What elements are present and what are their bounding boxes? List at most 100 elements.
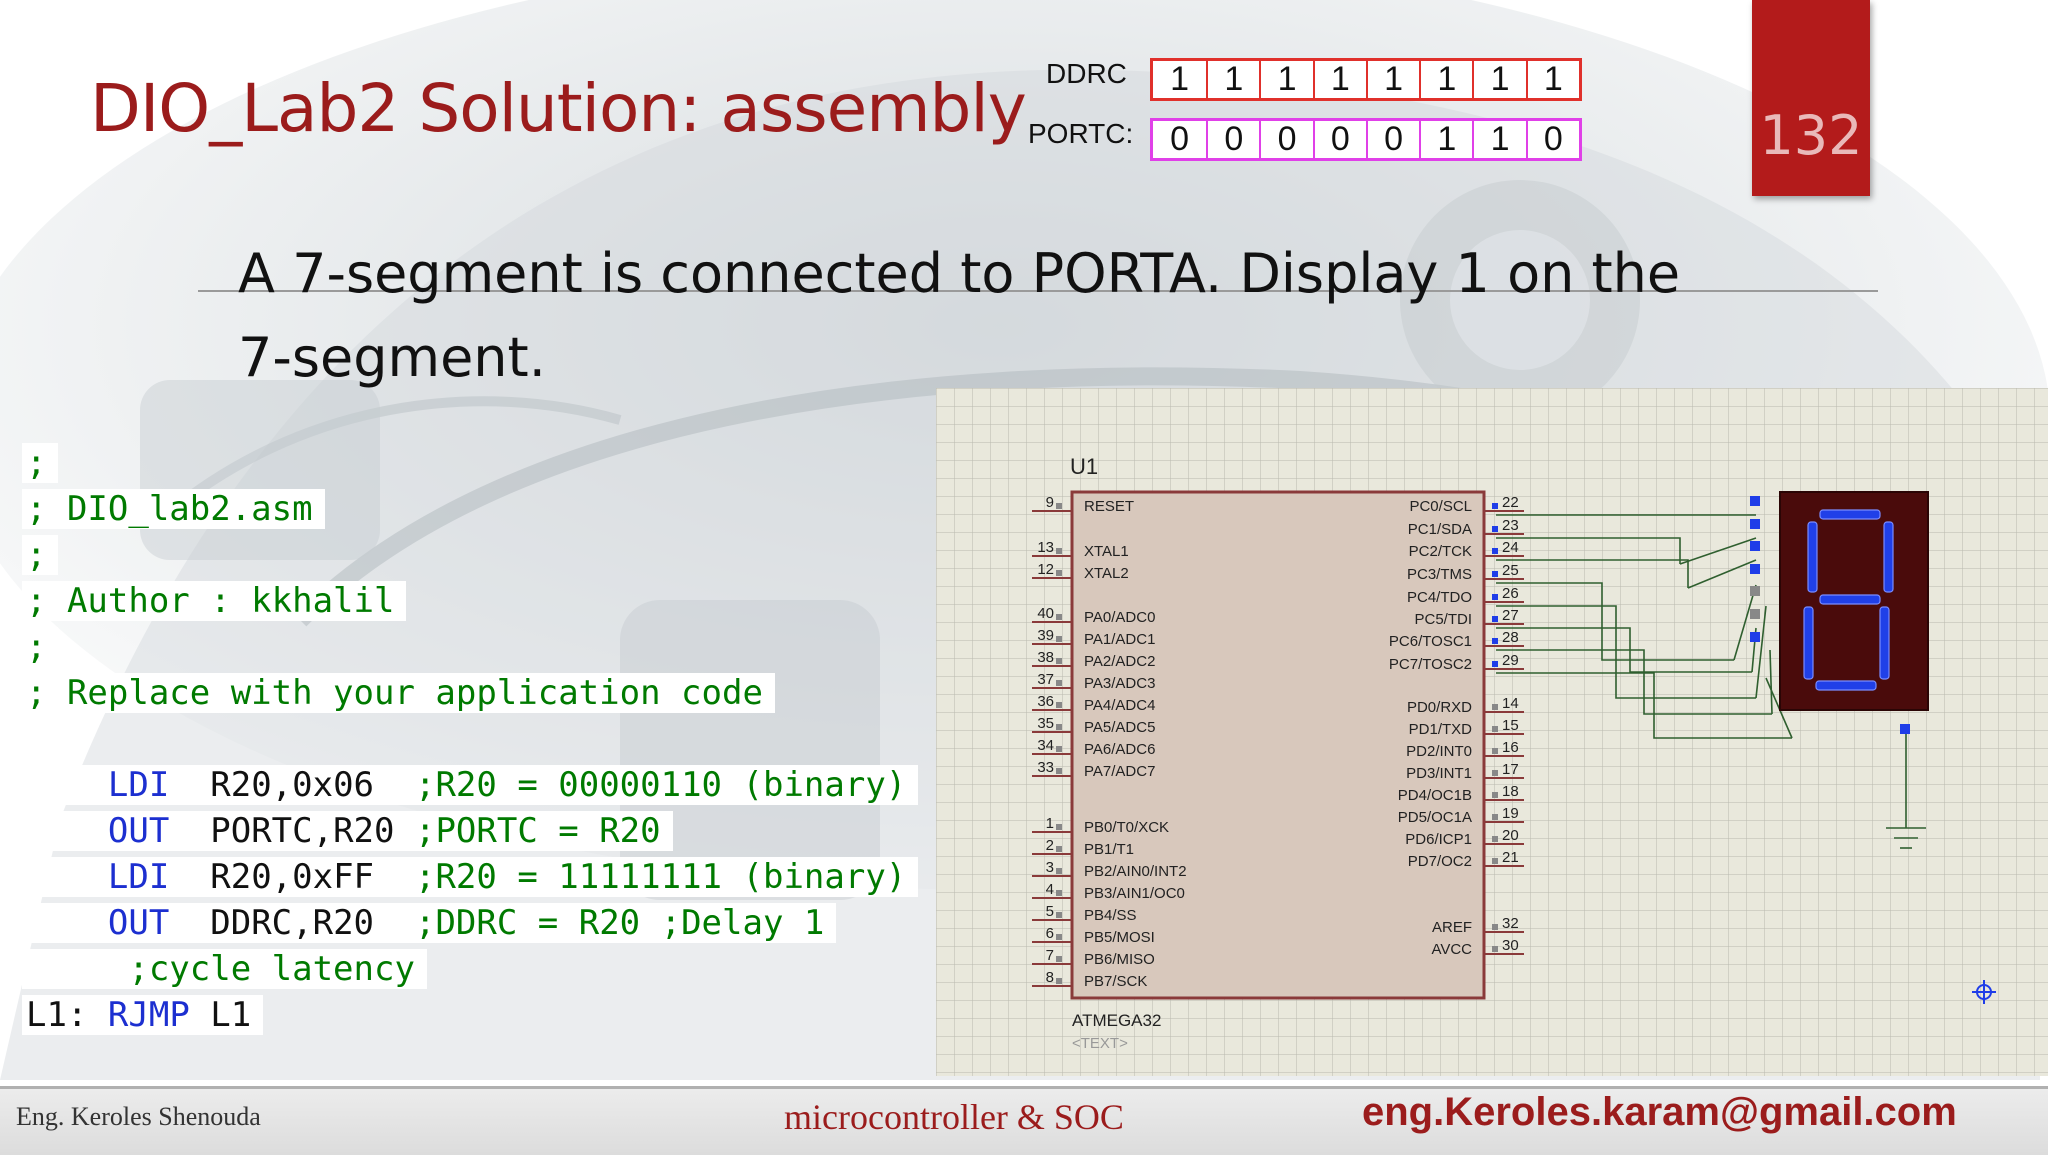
pin-number: 20	[1502, 827, 1519, 844]
portc-bit: 0	[1206, 120, 1260, 158]
pin-number: 15	[1502, 717, 1519, 734]
pin-marker	[1492, 616, 1498, 622]
code-line: ; Replace with your application code	[22, 670, 918, 716]
ddrc-bit: 1	[1259, 60, 1313, 98]
pin-name: PA5/ADC5	[1084, 719, 1155, 736]
pin-name: XTAL1	[1084, 543, 1129, 560]
ddrc-bit: 1	[1312, 60, 1366, 98]
slide-title: DIO_Lab2 Solution: assembly	[90, 70, 1027, 147]
pin-number: 3	[1046, 859, 1054, 876]
pin-number: 12	[1037, 561, 1054, 578]
pin-marker	[1492, 792, 1498, 798]
pin-name: PA7/ADC7	[1084, 763, 1155, 780]
pin-name: PB5/MOSI	[1084, 929, 1155, 946]
pin-marker	[1492, 594, 1498, 600]
pin-number: 23	[1502, 517, 1519, 534]
pin-number: 27	[1502, 607, 1519, 624]
pin-marker	[1492, 571, 1498, 577]
pin-name: PB6/MISO	[1084, 951, 1155, 968]
pin-marker	[1056, 746, 1062, 752]
problem-statement: A 7-segment is connected to PORTA. Displ…	[238, 232, 1758, 400]
pin-name: PD1/TXD	[1409, 721, 1473, 738]
ddrc-bit: 1	[1206, 60, 1260, 98]
portc-bit: 1	[1472, 120, 1526, 158]
pin-name: PD3/INT1	[1406, 765, 1472, 782]
pin-marker	[1056, 890, 1062, 896]
code-comment: ;R20 = 00000110 (binary)	[414, 765, 907, 805]
pin-name: PC4/TDO	[1407, 589, 1472, 606]
pin-marker	[1492, 836, 1498, 842]
pin-name: PA1/ADC1	[1084, 631, 1155, 648]
pin-name: PA0/ADC0	[1084, 609, 1155, 626]
pin-number: 16	[1502, 739, 1519, 756]
pin-number: 4	[1046, 881, 1054, 898]
pin-number: 25	[1502, 562, 1519, 579]
pin-number: 9	[1046, 494, 1054, 511]
code-comment: ;DDRC = R20 ;Delay 1	[414, 903, 825, 943]
code-comment: ; DIO_lab2.asm	[22, 489, 325, 529]
pin-name: PD5/OC1A	[1398, 809, 1472, 826]
pin-number: 38	[1037, 649, 1054, 666]
code-comment: ;	[22, 443, 59, 483]
pin-marker	[1492, 924, 1498, 930]
pin-marker	[1056, 868, 1062, 874]
code-comment: ;	[22, 627, 59, 667]
pin-number: 7	[1046, 947, 1054, 964]
pin-marker	[1056, 824, 1062, 830]
ddrc-bit: 1	[1419, 60, 1473, 98]
pin-number: 40	[1037, 605, 1054, 622]
chip-text-placeholder: <TEXT>	[1072, 1035, 1128, 1052]
pin-number: 2	[1046, 837, 1054, 854]
pin-marker	[1492, 748, 1498, 754]
portc-bit: 0	[1525, 120, 1579, 158]
pin-number: 18	[1502, 783, 1519, 800]
code-line: ;	[22, 624, 918, 670]
pin-name: PC2/TCK	[1409, 543, 1472, 560]
code-line: ; DIO_lab2.asm	[22, 486, 918, 532]
footer-course: microcontroller & SOC	[784, 1097, 1124, 1137]
code-comment: ;	[22, 535, 59, 575]
code-line: ;	[22, 532, 918, 578]
pin-name: RESET	[1084, 498, 1134, 515]
pin-name: PB0/T0/XCK	[1084, 819, 1169, 836]
pin-number: 28	[1502, 629, 1519, 646]
pin-number: 37	[1037, 671, 1054, 688]
pin-marker	[1056, 956, 1062, 962]
pin-number: 32	[1502, 915, 1519, 932]
pin-marker	[1056, 658, 1062, 664]
chip-part-name: ATMEGA32	[1072, 1011, 1161, 1030]
pin-marker	[1056, 846, 1062, 852]
code-comment: ;R20 = 11111111 (binary)	[414, 857, 907, 897]
code-comment: ; Author : kkhalil	[22, 581, 407, 621]
proteus-schematic: U1 9 RESET13 XTAL112 XTAL240 PA0/ADC039 PA1/A…	[936, 388, 2048, 1076]
pin-name: PD0/RXD	[1407, 699, 1472, 716]
pin-number: 36	[1037, 693, 1054, 710]
pin-name: PB7/SCK	[1084, 973, 1147, 990]
code-line: L1: RJMP L1	[22, 992, 918, 1038]
pin-name: AREF	[1432, 919, 1472, 936]
pin-number: 33	[1037, 759, 1054, 776]
code-operands: DDRC,R20	[210, 903, 375, 943]
code-opcode: LDI	[107, 765, 170, 805]
pin-name: PA2/ADC2	[1084, 653, 1155, 670]
code-comment: ; Replace with your application code	[22, 673, 775, 713]
pin-name: PD2/INT0	[1406, 743, 1472, 760]
pin-marker	[1056, 680, 1062, 686]
portc-label: PORTC:	[1028, 118, 1134, 149]
pin-number: 22	[1502, 494, 1519, 511]
pin-marker	[1056, 768, 1062, 774]
ddrc-bit-table: 1 1 1 1 1 1 1 1	[1150, 58, 1582, 101]
pin-number: 34	[1037, 737, 1054, 754]
pin-name: PB4/SS	[1084, 907, 1137, 924]
pin-number: 30	[1502, 937, 1519, 954]
pin-number: 1	[1046, 815, 1054, 832]
code-line: ;	[22, 440, 918, 486]
portc-bit: 0	[1312, 120, 1366, 158]
pin-name: PA3/ADC3	[1084, 675, 1155, 692]
pin-number: 26	[1502, 585, 1519, 602]
portc-bit: 1	[1419, 120, 1473, 158]
portc-bit: 0	[1259, 120, 1313, 158]
ddrc-bit: 1	[1153, 60, 1207, 98]
code-comment: ;cycle latency	[128, 949, 415, 989]
code-line: OUT PORTC,R20 ;PORTC = R20	[22, 808, 918, 854]
